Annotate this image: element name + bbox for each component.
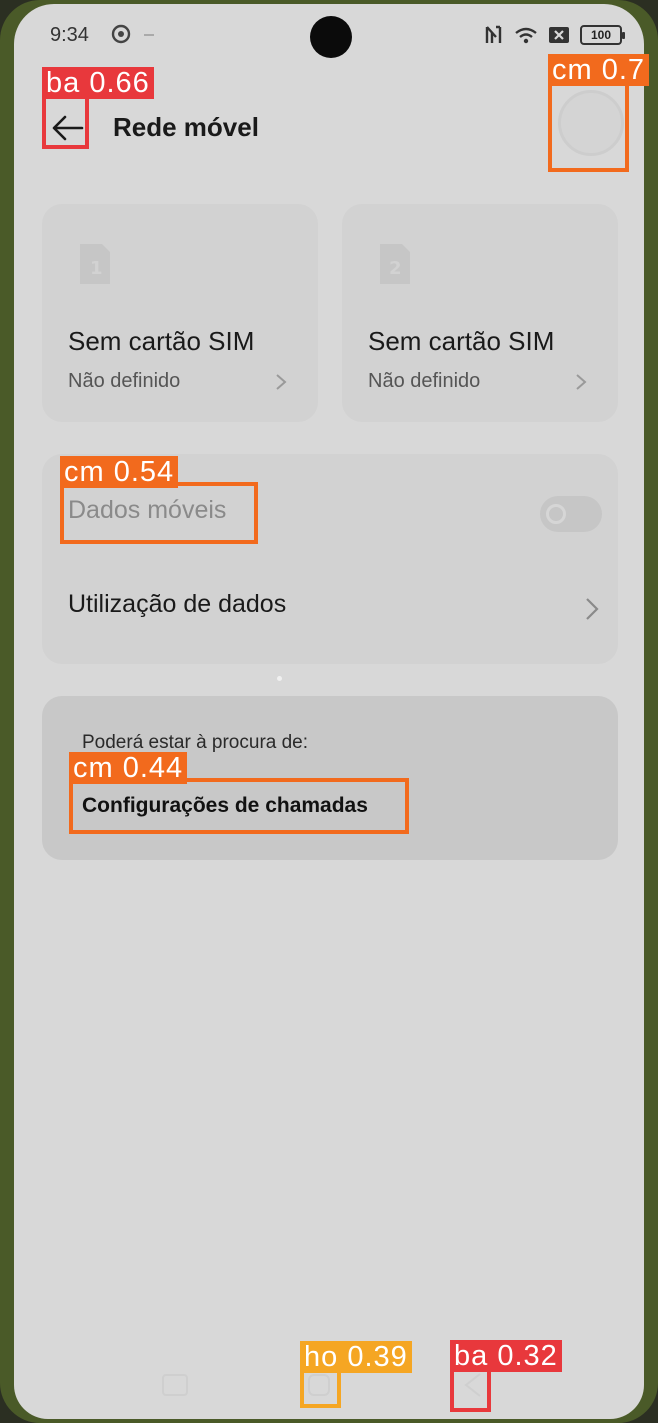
sim-card-2[interactable]: 2 Sem cartão SIM Não definido	[342, 204, 618, 422]
detection-label: cm 0.7	[548, 54, 650, 86]
status-icons: 100	[484, 24, 625, 46]
detection-box-back-nav	[450, 1368, 491, 1412]
detection-label: cm 0.54	[60, 456, 179, 488]
sim-2-icon: 2	[380, 244, 410, 284]
status-time: 9:34	[50, 24, 89, 46]
detection-label: ba 0.66	[42, 67, 154, 99]
detection-box-back	[42, 95, 89, 149]
svg-text:1: 1	[90, 258, 103, 279]
data-usage-label: Utilização de dados	[68, 590, 287, 618]
screen: 9:34 100 Rede móvel 1 Sem cartão SIM Não…	[14, 4, 644, 1419]
recents-icon[interactable]	[160, 1372, 190, 1398]
chevron-right-icon	[576, 374, 587, 390]
sim-1-icon: 1	[80, 244, 110, 284]
detection-label: ho 0.39	[300, 1341, 412, 1373]
chevron-right-icon	[276, 374, 287, 390]
data-usage-row[interactable]: Utilização de dados	[42, 560, 618, 652]
detection-label: cm 0.44	[69, 752, 188, 784]
detection-box-avatar	[548, 82, 629, 172]
sim-2-status: Não definido	[368, 370, 481, 392]
gear-icon	[111, 24, 131, 44]
sim-card-1[interactable]: 1 Sem cartão SIM Não definido	[42, 204, 318, 422]
phone-frame: 9:34 100 Rede móvel 1 Sem cartão SIM Não…	[0, 0, 658, 1423]
detection-box-home	[300, 1368, 341, 1408]
chevron-right-icon	[586, 598, 599, 620]
toggle-knob	[546, 504, 566, 524]
svg-text:2: 2	[389, 258, 402, 279]
mobile-data-toggle[interactable]	[540, 496, 602, 532]
nfc-icon	[485, 25, 502, 43]
detection-label: ba 0.32	[450, 1340, 562, 1372]
wifi-icon	[515, 27, 537, 44]
suggestion-hint: Poderá estar à procura de:	[82, 732, 309, 753]
page-title: Rede móvel	[113, 112, 259, 142]
battery-level: 100	[590, 28, 612, 42]
status-dash	[144, 34, 154, 36]
front-camera	[310, 16, 352, 58]
sim-2-title: Sem cartão SIM	[368, 326, 555, 356]
scroll-indicator-dot	[277, 676, 282, 681]
sim-1-title: Sem cartão SIM	[68, 326, 255, 356]
sim-1-status: Não definido	[68, 370, 181, 392]
detection-box-call-settings	[69, 778, 409, 834]
battery-icon: 100	[580, 25, 625, 45]
no-sim-icon	[549, 27, 569, 43]
detection-box-mobile-data	[60, 482, 258, 544]
